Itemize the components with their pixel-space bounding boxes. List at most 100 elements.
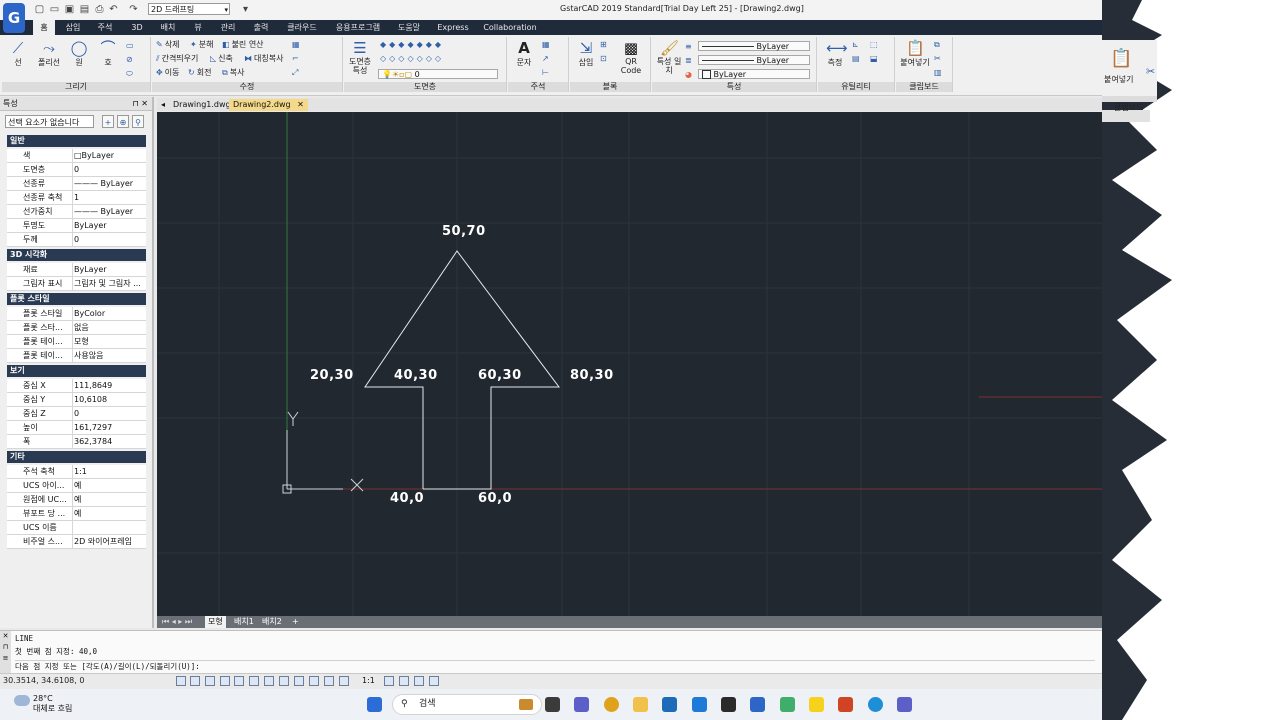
property-row[interactable]: 폭 362,3784 [7,435,146,449]
osnap-icon[interactable] [234,676,244,686]
circle-button[interactable]: ◯ 원 [66,39,92,68]
app-icon[interactable] [780,697,795,712]
copy-clip-icon[interactable]: ⧉ [934,40,942,50]
property-row[interactable]: 두께 0 [7,233,146,247]
doc-tab-drawing2[interactable]: Drawing2.dwg ✕ [229,99,308,111]
measure-button[interactable]: ⟷ 측정 [822,39,848,68]
property-value[interactable]: 2D 와이어프레임 [72,535,148,548]
tab-express[interactable]: Express [434,20,472,35]
palette-controls[interactable]: ⊓ ✕ [133,97,149,111]
layout-nav-icon[interactable]: ⏮ ◂ ▸ ⏭ [159,616,195,628]
quick-select-icon[interactable]: ⬚ [870,40,880,50]
quick-select-button[interactable]: ⚲ [132,115,144,128]
property-row[interactable]: 재료 ByLayer [7,263,146,277]
property-value[interactable]: ——— ByLayer [72,177,148,190]
id-point-icon[interactable]: ⊾ [852,40,861,50]
layer-tools-row1[interactable]: ◆◆◆◆◆◆◆ [380,40,446,50]
doc-tab-drawing1[interactable]: Drawing1.dwg [169,99,235,111]
fullscreen-icon[interactable] [429,676,439,686]
selection-select[interactable]: 선택 요소가 없습니다 [5,115,94,128]
ortho-icon[interactable] [205,676,215,686]
property-value[interactable]: 362,3784 [72,435,148,448]
property-value[interactable]: 모형 [72,335,148,348]
chat-icon[interactable] [574,697,589,712]
gstarcad-taskbar-icon[interactable] [750,697,765,712]
qp-icon[interactable] [309,676,319,686]
property-row[interactable]: 플롯 테이... 사용않음 [7,349,146,363]
property-value[interactable]: 1 [72,191,148,204]
add-layout-tab[interactable]: + [289,616,302,628]
open-folder-icon[interactable]: ▭ [49,4,60,15]
tab-collaboration[interactable]: Collaboration [480,20,540,35]
property-row[interactable]: 투명도 ByLayer [7,219,146,233]
calculator-icon[interactable]: ▤ [852,54,862,64]
workspace-select[interactable]: 2D 드래프팅 ▾ [148,3,230,15]
mail-icon[interactable] [692,697,707,712]
hatch-icon[interactable]: ⊘ [126,55,135,65]
properties-ribbon-label[interactable]: 특성 [652,82,816,92]
new-file-icon[interactable]: ▢ [34,4,45,15]
property-value[interactable]: 0 [72,407,148,420]
paste-special-icon[interactable]: ▥ [934,68,944,78]
offset-tool[interactable]: ⫽ 간격띄우기 [156,54,198,64]
command-line-controls[interactable]: ✕ ⊓ ≡ [0,631,11,673]
tab-home[interactable]: 홈 [33,20,55,35]
property-section-header[interactable]: 3D 시각화 [7,249,146,261]
tab-help[interactable]: 도움말 [394,20,424,35]
tab-view[interactable]: 뷰 [189,20,207,35]
weather-widget[interactable]: 28°C 대체로 흐림 [33,694,72,714]
property-row[interactable]: 주석 축척 1:1 [7,465,146,479]
property-value[interactable]: ByLayer [72,219,148,232]
dimension-icon[interactable]: ⊢ [542,68,551,78]
property-value[interactable]: ByLayer [72,263,148,276]
layers-panel-label[interactable]: 도면층 [344,82,506,92]
sc-icon[interactable] [324,676,334,686]
command-input[interactable]: 다음 점 지정 또는 [각도(A)/길이(L)/되돌리기(U)]: [15,660,1095,672]
chrome-icon[interactable] [604,697,619,712]
ellipse-icon[interactable]: ⬭ [126,69,135,79]
property-row[interactable]: 뷰포트 당 ... 예 [7,507,146,521]
property-row[interactable]: 비주얼 스... 2D 와이어프레임 [7,535,146,549]
property-section-header[interactable]: 기타 [7,451,146,463]
property-row[interactable]: 중심 X 111,8649 [7,379,146,393]
property-value[interactable] [72,521,148,534]
tab-cloud[interactable]: 클라우드 [283,20,321,35]
property-section-header[interactable]: 일반 [7,135,146,147]
property-row[interactable]: 플롯 스타일 ByColor [7,307,146,321]
explode-tool[interactable]: ✦ 분해 [190,40,213,50]
file-explorer-icon[interactable] [633,697,648,712]
property-row[interactable]: 선종류 축척 1 [7,191,146,205]
table-icon[interactable]: ▦ [542,40,552,50]
save-as-icon[interactable]: ▤ [79,4,90,15]
property-row[interactable]: 높이 161,7297 [7,421,146,435]
layer-select[interactable]: 💡☀▫▢ 0 [378,69,498,79]
property-value[interactable]: 161,7297 [72,421,148,434]
store-icon[interactable] [662,697,677,712]
property-row[interactable]: UCS 이름 [7,521,146,535]
close-icon[interactable]: ✕ [297,100,304,109]
property-value[interactable]: 예 [72,479,148,492]
teams-icon[interactable] [897,697,912,712]
tab-annotate[interactable]: 주석 [93,20,117,35]
kakaotalk-icon[interactable] [809,697,824,712]
layer-tools-row2[interactable]: ◇◇◇◇◇◇◇ [380,54,446,64]
windows-start-icon[interactable] [367,697,382,712]
property-row[interactable]: 중심 Y 10,6108 [7,393,146,407]
insert-block-button[interactable]: ⇲ 삽입 [574,39,598,68]
property-value[interactable]: ByColor [72,307,148,320]
qr-code-button[interactable]: ▩ QR Code [618,39,644,75]
undo-icon[interactable]: ↶ [108,4,119,15]
block-attribute-icon[interactable]: ⊡ [600,54,609,64]
block-edit-icon[interactable]: ⊞ [600,40,609,50]
annotation-visibility-icon[interactable] [384,676,394,686]
annotation-scale[interactable]: 1:1 [362,676,375,685]
task-view-icon[interactable] [545,697,560,712]
property-value[interactable]: 1:1 [72,465,148,478]
notes-icon[interactable] [721,697,736,712]
print-icon[interactable]: ⎙ [94,4,105,15]
rectangle-icon[interactable]: ▭ [126,41,136,51]
arc-button[interactable]: ⌒ 호 [96,39,120,68]
property-row[interactable]: 그림자 표시 그림자 및 그림자 ... [7,277,146,291]
powerpoint-icon[interactable] [838,697,853,712]
annotation-panel-label[interactable]: 주석 [508,82,568,92]
